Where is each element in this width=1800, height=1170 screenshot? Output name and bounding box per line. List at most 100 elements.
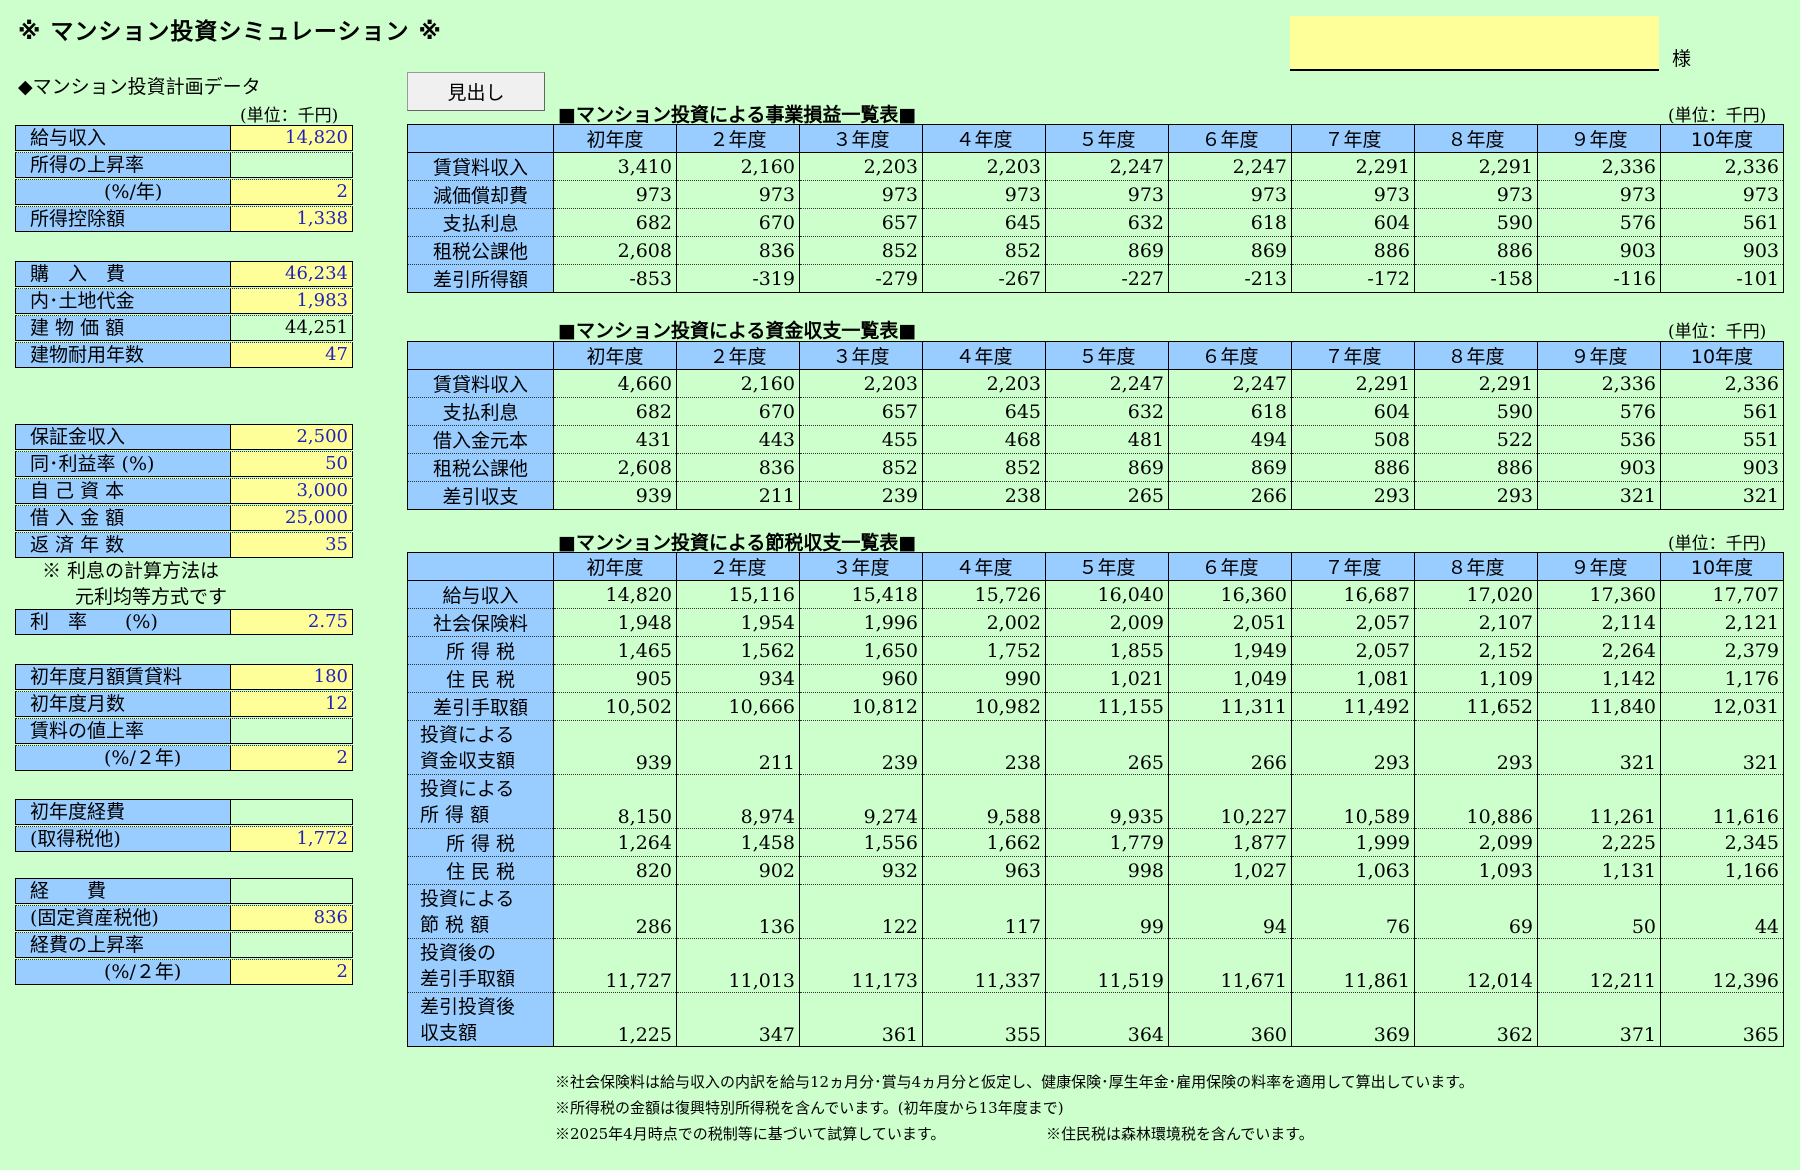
value-cell: 481: [1045, 425, 1169, 454]
value-cell: 960: [799, 664, 923, 693]
input-value-field[interactable]: 12: [231, 692, 352, 716]
customer-name-input[interactable]: [1290, 16, 1659, 71]
value-cell: 973: [1660, 180, 1784, 209]
input-value-field: 44,251: [285, 317, 348, 338]
value-cell: 266: [1168, 720, 1292, 775]
input-value-field[interactable]: 1,983: [231, 289, 352, 313]
table-header-row: 初年度 ２年度 ３年度 ４年度 ５年度 ６年度 ７年度 ８年度 ９年度 10年度: [407, 341, 1784, 370]
value-cell: 886: [1291, 453, 1415, 482]
input-row: (%/年) 2: [15, 179, 353, 205]
row-label-line1: 差引投資後: [420, 995, 516, 1018]
input-value-field[interactable]: 35: [231, 533, 352, 557]
input-label: 賃料の値上率: [16, 719, 231, 743]
input-value-field[interactable]: 1,338: [231, 207, 352, 231]
value-cell: 361: [799, 992, 923, 1047]
value-cell: 4,660: [553, 369, 677, 398]
input-value-field[interactable]: 2: [231, 746, 352, 770]
value-cell: 973: [799, 180, 923, 209]
input-value-field[interactable]: 47: [231, 343, 352, 367]
input-value-field[interactable]: 2,500: [231, 425, 352, 449]
value-cell: 16,687: [1291, 580, 1415, 609]
cash-flow-table: 初年度 ２年度 ３年度 ４年度 ５年度 ６年度 ７年度 ８年度 ９年度 10年度 賃貸料収入 4,66…: [407, 341, 1784, 510]
value-cell: 238: [922, 720, 1046, 775]
value-cell: 211: [676, 481, 800, 510]
input-row: 返 済 年 数 35: [15, 532, 353, 558]
row-label: 所 得 税: [407, 636, 554, 665]
heading-button[interactable]: 見出し: [407, 72, 545, 111]
year-header: ２年度: [676, 552, 800, 581]
value-cell: 618: [1168, 208, 1292, 237]
value-cell: 973: [922, 180, 1046, 209]
input-value-field[interactable]: 180: [231, 665, 352, 689]
value-cell: 11,840: [1537, 692, 1661, 721]
input-row: 同･利益率 (%) 50: [15, 451, 353, 477]
input-value-field[interactable]: 46,234: [231, 262, 352, 286]
row-label: 差引投資後 収支額: [407, 992, 554, 1047]
value-cell: 820: [553, 856, 677, 885]
input-row: 初年度月数 12: [15, 691, 353, 717]
value-cell: 657: [799, 397, 923, 426]
value-cell: 2,247: [1168, 369, 1292, 398]
value-cell: 2,057: [1291, 608, 1415, 637]
value-cell: 286: [553, 884, 677, 939]
value-cell: 11,671: [1168, 938, 1292, 993]
table-row: 投資による所 得 額 8,150 8,974 9,274 9,588 9,935 10,22…: [407, 774, 1784, 829]
table-row: 差引収支 939 211 239 238 265 266 293 293 321 321: [407, 481, 1784, 510]
input-row: (%/２年) 2: [15, 959, 353, 985]
input-label: 初年度月額賃貸料: [16, 665, 231, 689]
input-value-field[interactable]: 25,000: [231, 506, 352, 530]
year-header: 初年度: [553, 552, 677, 581]
row-label-line1: 投資による: [420, 723, 515, 746]
value-cell: 239: [799, 720, 923, 775]
year-header: 10年度: [1660, 124, 1784, 153]
value-cell: 2,291: [1414, 152, 1538, 181]
value-cell: 14,820: [553, 580, 677, 609]
year-header: ９年度: [1537, 341, 1661, 370]
value-cell: 2,264: [1537, 636, 1661, 665]
value-cell: 522: [1414, 425, 1538, 454]
input-label: (取得税他): [16, 827, 231, 851]
value-cell: 50: [1537, 884, 1661, 939]
row-label-line1: 投資による: [420, 887, 515, 910]
input-row: 賃料の値上率: [15, 718, 353, 744]
value-cell: 1,779: [1045, 828, 1169, 857]
input-value-field[interactable]: 1,772: [231, 827, 352, 851]
year-header: ７年度: [1291, 124, 1415, 153]
input-row: 建物耐用年数 47: [15, 342, 353, 368]
value-cell: 2,608: [553, 236, 677, 265]
input-value-field[interactable]: 2.75: [231, 610, 352, 634]
input-label: 初年度月数: [16, 692, 231, 716]
table-row: 支払利息 682 670 657 645 632 618 604 590 576 561: [407, 397, 1784, 426]
value-cell: -101: [1660, 264, 1784, 293]
value-cell: 11,261: [1537, 774, 1661, 829]
year-header: ６年度: [1168, 341, 1292, 370]
value-cell: 2,051: [1168, 608, 1292, 637]
table3-title: ■マンション投資による節税収支一覧表■: [558, 532, 917, 554]
row-label: 賃貸料収入: [407, 369, 554, 398]
input-value-field[interactable]: 2: [231, 180, 352, 204]
table-header-row: 初年度 ２年度 ３年度 ４年度 ５年度 ６年度 ７年度 ８年度 ９年度 10年度: [407, 552, 1784, 581]
value-cell: 939: [553, 720, 677, 775]
input-label: 経費の上昇率: [16, 933, 231, 957]
input-label: 所得の上昇率: [16, 153, 231, 177]
value-cell: 11,616: [1660, 774, 1784, 829]
value-cell: 604: [1291, 208, 1415, 237]
value-cell: 12,396: [1660, 938, 1784, 993]
value-cell: 211: [676, 720, 800, 775]
value-cell: 2,057: [1291, 636, 1415, 665]
input-value-field[interactable]: 836: [231, 906, 352, 930]
year-header: ７年度: [1291, 341, 1415, 370]
year-header: 10年度: [1660, 552, 1784, 581]
input-row: 自 己 資 本 3,000: [15, 478, 353, 504]
value-cell: 2,160: [676, 152, 800, 181]
value-cell: 2,345: [1660, 828, 1784, 857]
year-header: ３年度: [799, 124, 923, 153]
input-value-field[interactable]: 3,000: [231, 479, 352, 503]
value-cell: 293: [1291, 720, 1415, 775]
value-cell: 990: [922, 664, 1046, 693]
input-value-field[interactable]: 14,820: [231, 126, 352, 150]
value-cell: 2,291: [1414, 369, 1538, 398]
year-header: 初年度: [553, 124, 677, 153]
input-value-field[interactable]: 50: [231, 452, 352, 476]
input-value-field[interactable]: 2: [231, 960, 352, 984]
